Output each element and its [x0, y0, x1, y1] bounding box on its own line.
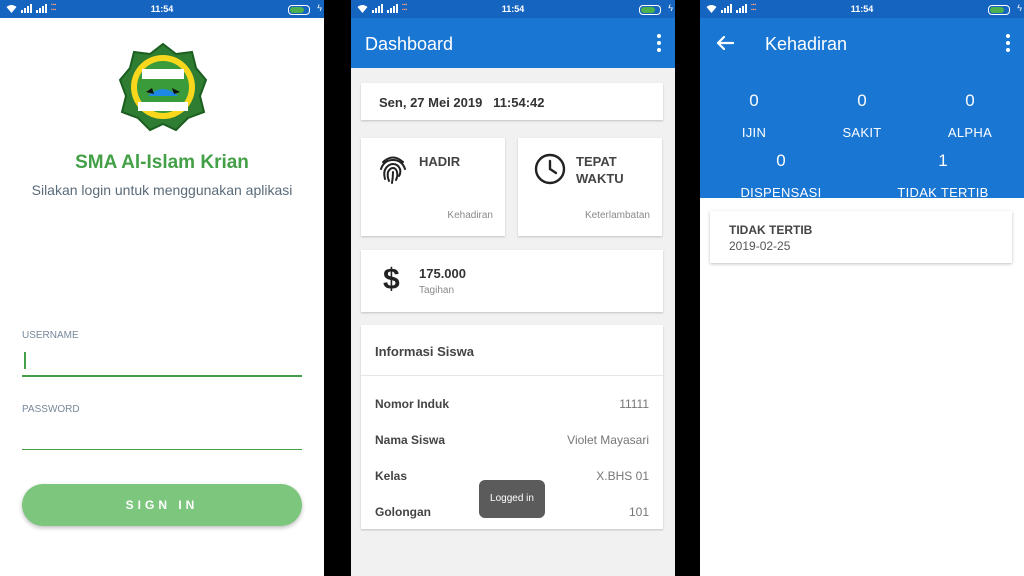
- status-time: 11:54: [501, 4, 525, 14]
- charging-icon: ϟ: [668, 3, 673, 13]
- battery-icon: [288, 5, 310, 15]
- password-underline: [22, 449, 302, 450]
- attendance-card[interactable]: HADIR Kehadiran: [361, 138, 505, 236]
- count-sakit: 0 SAKIT: [808, 91, 916, 140]
- username-input[interactable]: [22, 350, 300, 372]
- count-ijin: 0 IJIN: [700, 91, 808, 140]
- fingerprint-icon: [380, 156, 406, 184]
- punctuality-label: Keterlambatan: [584, 210, 650, 221]
- student-info-heading: Informasi Siswa: [375, 344, 474, 359]
- count-number: 0: [749, 91, 759, 110]
- count-dispensasi: 0 DISPENSASI: [727, 151, 835, 200]
- info-row: Nama Siswa Violet Mayasari: [375, 433, 649, 449]
- count-number: 0: [857, 91, 867, 110]
- status-bar: ▪▪▪ ▪▪▪ 11:54 ϟ: [351, 0, 675, 18]
- info-key: Golongan: [375, 505, 431, 519]
- count-label: ALPHA: [947, 125, 993, 140]
- count-alpha: 0 ALPHA: [916, 91, 1024, 140]
- billing-amount: 175.000: [419, 266, 466, 281]
- attendance-label: Kehadiran: [447, 210, 493, 221]
- count-tidak-tertib: 1 TIDAK TERTIB: [889, 151, 997, 200]
- record-date: 2019-02-25: [729, 239, 791, 253]
- info-key: Kelas: [375, 469, 408, 483]
- charging-icon: ϟ: [317, 3, 322, 13]
- divider: [361, 375, 663, 376]
- count-number: 0: [776, 151, 786, 170]
- app-bar: Kehadiran 0 IJIN 0 SAKIT 0 ALPHA 0 DISPE…: [700, 18, 1024, 200]
- count-label: IJIN: [741, 125, 767, 140]
- datetime-card: Sen, 27 Mei 2019 11:54:42: [361, 83, 663, 120]
- page-title: Dashboard: [365, 34, 454, 54]
- username-label: USERNAME: [22, 330, 79, 341]
- punctuality-card[interactable]: TEPAT WAKTU Keterlambatan: [518, 138, 662, 236]
- record-type: TIDAK TERTIB: [729, 223, 813, 237]
- text-cursor: [24, 352, 26, 369]
- attendance-screen: ▪▪▪ ▪▪▪ 11:54 ϟ Kehadiran 0 IJIN 0 SAKIT …: [700, 0, 1024, 576]
- school-logo: [118, 42, 208, 132]
- datetime-text: Sen, 27 Mei 2019 11:54:42: [379, 95, 545, 110]
- dashboard-screen: ▪▪▪ ▪▪▪ 11:54 ϟ Dashboard Sen, 27 Mei 201…: [351, 0, 675, 576]
- battery-icon: [639, 5, 661, 15]
- battery-icon: [988, 5, 1010, 15]
- info-row: Nomor Induk 11111: [375, 397, 649, 413]
- info-value: 101: [628, 505, 649, 519]
- punctuality-status: TEPAT WAKTU: [576, 154, 624, 186]
- dollar-icon: $: [383, 263, 400, 296]
- status-time: 11:54: [850, 4, 874, 14]
- username-underline: [22, 375, 302, 377]
- count-label: DISPENSASI: [740, 185, 822, 200]
- attendance-record[interactable]: TIDAK TERTIB 2019-02-25: [710, 211, 1012, 263]
- overflow-menu-icon[interactable]: [657, 34, 661, 52]
- status-bar: ▪▪▪ ▪▪▪ 11:54 ϟ: [0, 0, 324, 18]
- count-number: 0: [965, 91, 975, 110]
- count-label: SAKIT: [842, 125, 882, 140]
- app-bar: Dashboard: [351, 18, 675, 68]
- page-title: Kehadiran: [765, 34, 848, 54]
- school-name: SMA Al-Islam Krian: [75, 152, 249, 173]
- status-time: 11:54: [150, 4, 174, 14]
- login-screen: ▪▪▪ ▪▪▪ 11:54 ϟ SMA Al-Islam Krian Silaka…: [0, 0, 324, 576]
- info-value: Violet Mayasari: [567, 433, 649, 447]
- password-label: PASSWORD: [22, 404, 80, 415]
- count-number: 1: [938, 151, 948, 170]
- attendance-status: HADIR: [419, 154, 461, 169]
- info-key: Nomor Induk: [375, 397, 449, 411]
- charging-icon: ϟ: [1017, 3, 1022, 13]
- billing-card[interactable]: $ 175.000 Tagihan: [361, 250, 663, 312]
- info-value: X.BHS 01: [596, 469, 649, 483]
- password-input[interactable]: [22, 424, 300, 446]
- clock-icon: [534, 153, 566, 185]
- billing-label: Tagihan: [419, 285, 455, 296]
- status-bar: ▪▪▪ ▪▪▪ 11:54 ϟ: [700, 0, 1024, 18]
- login-subtitle: Silakan login untuk menggunakan aplikasi: [31, 182, 293, 198]
- info-key: Nama Siswa: [375, 433, 446, 447]
- back-arrow-icon[interactable]: [716, 35, 734, 51]
- info-value: 11111: [619, 397, 649, 411]
- overflow-menu-icon[interactable]: [1006, 34, 1010, 52]
- count-label: TIDAK TERTIB: [897, 185, 989, 200]
- sign-in-button[interactable]: SIGN IN: [22, 484, 302, 526]
- toast-message: Logged in: [479, 480, 545, 518]
